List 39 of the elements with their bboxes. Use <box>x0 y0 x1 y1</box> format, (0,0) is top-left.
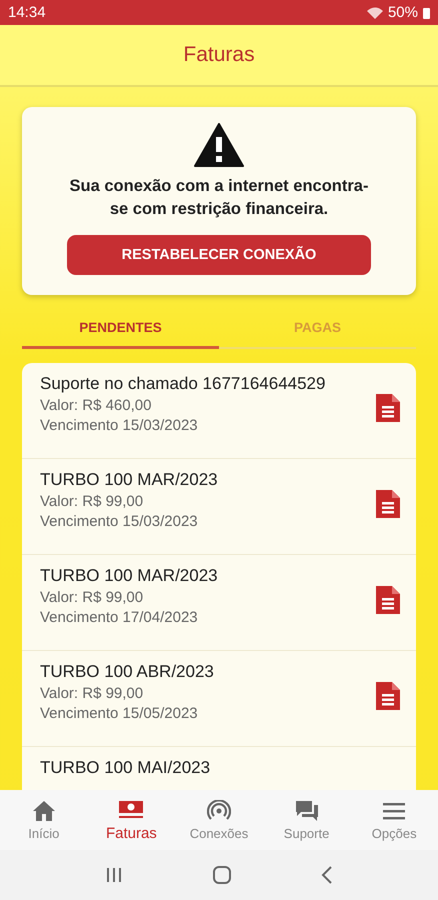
battery-level: 50% <box>388 4 418 21</box>
page-title: Faturas <box>183 43 255 67</box>
status-time: 14:34 <box>8 4 46 21</box>
battery-icon <box>423 6 430 18</box>
invoice-due-date: Vencimento 15/03/2023 <box>40 513 199 530</box>
alert-message: Sua conexão com a internet encontra-se com restrição financeira. <box>68 176 370 220</box>
invoice-title: TURBO 100 ABR/2023 <box>40 662 215 682</box>
warning-icon <box>194 123 244 167</box>
back-icon[interactable] <box>321 866 333 884</box>
invoice-value: Valor: R$ 99,00 <box>40 493 144 510</box>
nav-item[interactable]: Início <box>0 790 88 850</box>
wifi-icon <box>366 6 383 18</box>
invoice-title: TURBO 100 MAR/2023 <box>40 470 219 490</box>
tab[interactable]: PENDENTES <box>22 309 219 350</box>
nav-item[interactable]: Opções <box>350 790 438 850</box>
restore-connection-button[interactable]: RESTABELECER CONEXÃO <box>67 235 371 276</box>
signal-icon <box>206 800 231 822</box>
document-icon[interactable] <box>376 490 400 518</box>
document-icon[interactable] <box>376 394 400 422</box>
tab[interactable]: PAGAS <box>219 309 416 350</box>
invoice-value: Valor: R$ 99,00 <box>40 589 144 606</box>
document-icon[interactable] <box>376 586 400 614</box>
banknote-icon <box>118 798 144 820</box>
invoice-value: Valor: R$ 99,00 <box>40 685 144 702</box>
nav-item[interactable]: Conexões <box>175 790 263 850</box>
invoice-due-date: Vencimento 17/04/2023 <box>40 609 199 626</box>
home-icon <box>32 800 56 822</box>
invoice-title: TURBO 100 MAR/2023 <box>40 566 219 586</box>
recent-apps-icon[interactable] <box>105 867 123 883</box>
invoice-title: Suporte no chamado 1677164644529 <box>40 374 326 394</box>
invoice-title: TURBO 100 MAI/2023 <box>40 758 212 778</box>
chat-icon <box>294 800 319 822</box>
invoice-due-date: Vencimento 15/03/2023 <box>40 417 199 434</box>
home-button-icon[interactable] <box>213 866 231 884</box>
nav-item[interactable]: Suporte <box>262 790 350 850</box>
invoice-value: Valor: R$ 460,00 <box>40 397 152 414</box>
invoice-due-date: Vencimento 15/05/2023 <box>40 705 199 722</box>
document-icon[interactable] <box>376 682 400 710</box>
nav-item[interactable]: Faturas <box>88 790 176 850</box>
